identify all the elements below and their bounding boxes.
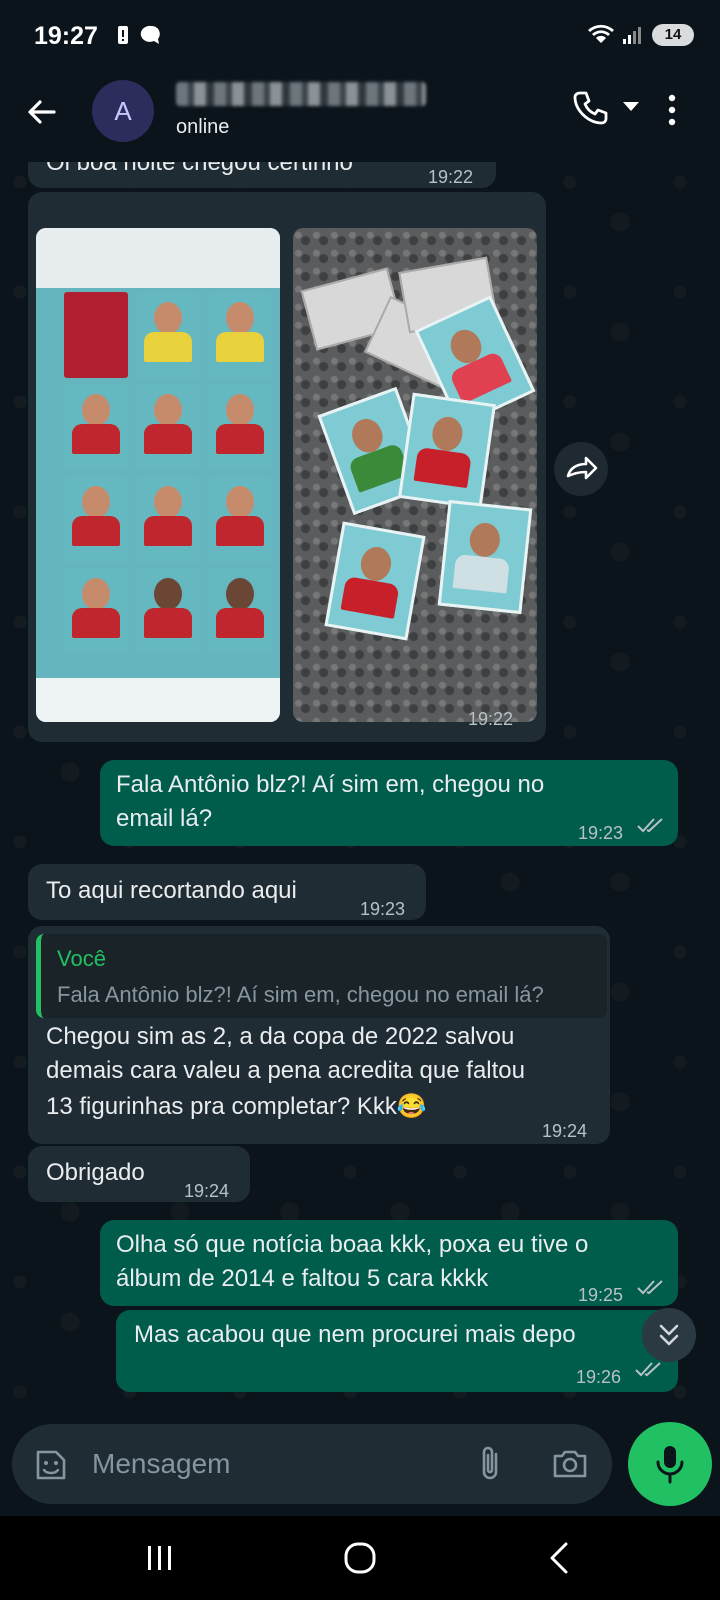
sticker-icon[interactable] (32, 1446, 70, 1484)
sticker (437, 499, 533, 615)
message-time: 19:22 (428, 167, 474, 187)
message-outgoing[interactable]: Fala Antônio blz?! Aí sim em, chegou no … (100, 760, 678, 846)
message-text-line: demais cara valeu a pena acredita que fa… (46, 1057, 525, 1084)
message-time: 19:24 (542, 1121, 588, 1141)
sticker (64, 292, 128, 378)
home-icon[interactable] (336, 1536, 384, 1580)
sticker (208, 568, 272, 654)
message-text-line: Fala Antônio blz?! Aí sim em, chegou no (116, 771, 545, 798)
message-incoming-media[interactable]: 19:22 (28, 192, 546, 742)
message-outgoing[interactable]: Mas acabou que nem procurei mais depo 19… (116, 1310, 678, 1392)
message-time: 19:24 (184, 1181, 230, 1201)
double-check-icon (635, 1362, 661, 1377)
sticker (398, 392, 496, 510)
quote-text: Fala Antônio blz?! Aí sim em, chegou no … (57, 982, 544, 1007)
double-chevron-down-icon[interactable] (642, 1308, 696, 1362)
message-text-line: Chegou sim as 2, a da copa de 2022 salvo… (46, 1023, 515, 1050)
sticker (136, 568, 200, 654)
message-text-line: álbum de 2014 e faltou 5 cara kkkk (116, 1265, 489, 1292)
phone-icon[interactable] (570, 88, 610, 128)
message-text-line: Olha só que notícia boaa kkk, poxa eu ti… (116, 1231, 589, 1258)
voice-record-button[interactable] (628, 1422, 712, 1506)
message-incoming[interactable]: Obrigado 19:24 (28, 1146, 250, 1202)
sticker (64, 568, 128, 654)
chevron-down-icon[interactable] (622, 100, 640, 112)
message-text: Oi boa noite chegou certinho (46, 162, 353, 176)
sticker (208, 476, 272, 562)
status-time: 19:27 (34, 22, 98, 50)
message-time: 19:26 (576, 1367, 622, 1387)
sticker (136, 384, 200, 470)
message-text-line: 13 figurinhas pra completar? Kkk😂 (46, 1093, 427, 1120)
message-time: 19:22 (468, 709, 514, 729)
message-text: Obrigado (46, 1159, 145, 1186)
recent-apps-icon[interactable] (136, 1536, 184, 1580)
paperclip-icon[interactable] (474, 1444, 508, 1484)
double-check-icon (637, 818, 663, 833)
camera-icon[interactable] (550, 1444, 590, 1484)
message-time: 19:23 (578, 823, 624, 843)
sticker-sheet-photo[interactable] (36, 228, 280, 722)
chat-header: A online (0, 72, 720, 162)
battery-saver-icon (118, 26, 128, 44)
status-bar: 19:27 14 (0, 0, 720, 72)
sticker (136, 476, 200, 562)
stickers-on-counter-photo[interactable] (293, 228, 537, 722)
arrow-left-icon[interactable] (20, 90, 64, 134)
avatar[interactable]: A (92, 80, 154, 142)
message-incoming[interactable]: To aqui recortando aqui 19:23 (28, 864, 426, 920)
sticker (64, 476, 128, 562)
message-time: 19:23 (360, 899, 406, 919)
message-time: 19:25 (578, 1285, 624, 1305)
message-list[interactable]: Oi boa noite chegou certinho 19:22 19:22… (0, 162, 720, 1410)
message-text-line: email lá? (116, 805, 213, 832)
sticker (208, 292, 272, 378)
sticker (208, 384, 272, 470)
contact-status: online (176, 116, 230, 138)
back-nav-icon[interactable] (536, 1536, 584, 1580)
contact-name-redacted[interactable] (176, 82, 426, 106)
message-outgoing[interactable]: Olha só que notícia boaa kkk, poxa eu ti… (100, 1220, 678, 1306)
wifi-icon (588, 24, 614, 43)
message-input[interactable]: Mensagem (92, 1448, 231, 1480)
message-incoming-reply[interactable]: Você Fala Antônio blz?! Aí sim em, chego… (28, 926, 610, 1144)
more-vert-icon[interactable] (664, 90, 680, 130)
chat-notification-icon (140, 25, 160, 44)
forward-icon[interactable] (554, 442, 608, 496)
quoted-message[interactable]: Você Fala Antônio blz?! Aí sim em, chego… (36, 934, 607, 1018)
message-text: Mas acabou que nem procurei mais depo (134, 1321, 576, 1348)
battery-indicator: 14 (652, 24, 694, 46)
signal-icon (623, 27, 641, 44)
message-text: To aqui recortando aqui (46, 877, 297, 904)
double-check-icon (637, 1280, 663, 1295)
system-navigation-bar (0, 1516, 720, 1600)
message-composer: Mensagem (12, 1424, 612, 1504)
message-incoming[interactable]: Oi boa noite chegou certinho 19:22 (28, 162, 496, 188)
microphone-icon (656, 1446, 684, 1484)
sticker (136, 292, 200, 378)
quote-author: Você (57, 946, 106, 971)
sticker (64, 384, 128, 470)
